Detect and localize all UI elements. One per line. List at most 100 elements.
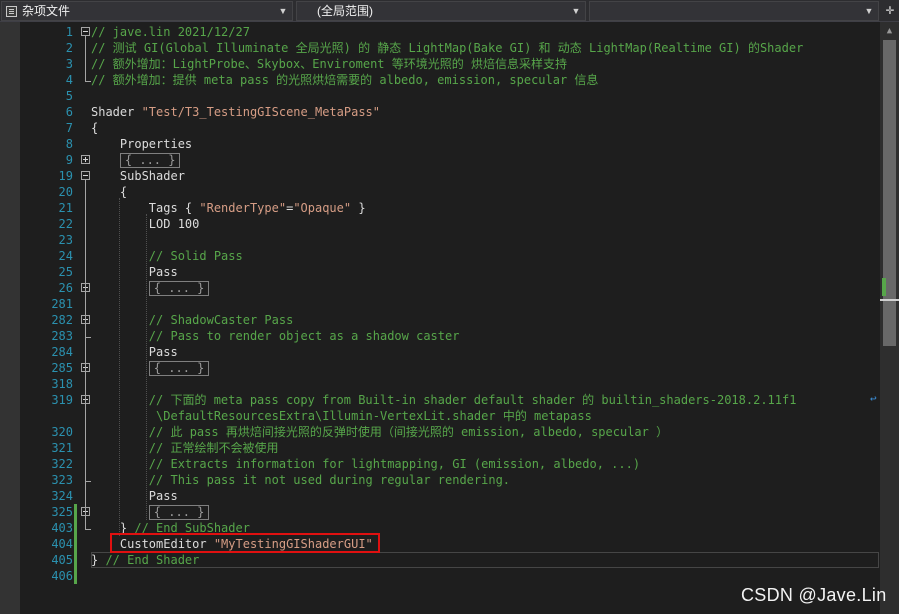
file-icon xyxy=(6,6,17,17)
code-comment: // 测试 GI(Global Illuminate 全局光照) 的 静态 Li… xyxy=(91,41,804,55)
code-comment: // Pass to render object as a shadow cas… xyxy=(148,329,460,343)
line-number: 319 xyxy=(51,393,73,407)
line-number: 282 xyxy=(51,313,73,327)
code-line[interactable]: Pass xyxy=(91,488,178,504)
code-line[interactable]: // This pass it not used during regular … xyxy=(91,472,510,488)
code-text: Shader xyxy=(91,105,142,119)
line-number: 325 xyxy=(51,505,73,519)
line-number: 4 xyxy=(65,73,73,87)
line-number: 404 xyxy=(51,537,73,551)
code-line[interactable]: // 额外增加：提供 meta pass 的光照烘焙需要的 albedo, em… xyxy=(91,72,598,88)
line-number: 26 xyxy=(58,281,73,295)
code-line[interactable]: // 测试 GI(Global Illuminate 全局光照) 的 静态 Li… xyxy=(91,40,803,56)
line-number: 323 xyxy=(51,473,73,487)
collapsed-region[interactable]: { ... } xyxy=(148,281,210,296)
code-line[interactable]: { ... } xyxy=(91,360,210,376)
line-number: 285 xyxy=(51,361,73,375)
line-number: 3 xyxy=(65,57,73,71)
code-line[interactable]: // jave.lin 2021/12/27 xyxy=(91,24,250,40)
code-comment: // End Shader xyxy=(105,553,200,567)
code-line[interactable]: Properties xyxy=(91,136,192,152)
code-line[interactable]: { ... } xyxy=(91,504,210,520)
code-line[interactable]: { ... } xyxy=(91,280,210,296)
caret-position-marker xyxy=(880,299,899,301)
collapsed-region[interactable]: { ... } xyxy=(119,153,181,168)
code-line[interactable]: Pass xyxy=(91,344,178,360)
selection-margin[interactable] xyxy=(0,22,20,614)
vertical-scrollbar[interactable]: ▲ xyxy=(880,22,899,614)
code-text: { xyxy=(91,185,128,199)
line-number: 406 xyxy=(51,569,73,583)
wrap-indicator-icon: ↩ xyxy=(870,392,877,405)
line-number: 6 xyxy=(65,105,73,119)
project-dropdown-label: 杂项文件 xyxy=(22,4,71,18)
line-number: 2 xyxy=(65,41,73,55)
code-line[interactable]: // ShadowCaster Pass xyxy=(91,312,294,328)
code-editor[interactable]: // jave.lin 2021/12/27 // 测试 GI(Global Il… xyxy=(91,22,880,614)
collapsed-region[interactable]: { ... } xyxy=(148,505,210,520)
code-comment: // This pass it not used during regular … xyxy=(148,473,511,487)
code-string: "RenderType" xyxy=(199,201,287,215)
code-line[interactable]: { ... } xyxy=(91,152,181,168)
change-marker xyxy=(882,278,886,296)
code-text: } xyxy=(91,553,106,567)
line-number: 1 xyxy=(65,25,73,39)
collapse-icon[interactable] xyxy=(81,27,90,36)
line-number: 25 xyxy=(58,265,73,279)
code-line[interactable]: Pass xyxy=(91,264,178,280)
collapsed-region[interactable]: { ... } xyxy=(148,361,210,376)
code-line[interactable]: } // End Shader xyxy=(91,552,199,568)
line-number: 8 xyxy=(65,137,73,151)
line-number: 21 xyxy=(58,201,73,215)
code-string: "Test/T3_TestingGIScene_MetaPass" xyxy=(141,105,380,119)
scope-dropdown-label: (全局范围) xyxy=(317,4,373,18)
code-string: "Opaque" xyxy=(293,201,352,215)
line-number: 20 xyxy=(58,185,73,199)
code-line[interactable]: Tags { "RenderType"="Opaque" } xyxy=(91,200,366,216)
outline-guide xyxy=(85,404,86,481)
code-comment: // 下面的 meta pass copy from Built-in shad… xyxy=(148,393,797,407)
code-text: Properties xyxy=(91,137,193,151)
line-number: 324 xyxy=(51,489,73,503)
expand-icon[interactable] xyxy=(81,155,90,164)
line-number xyxy=(20,408,73,424)
code-line[interactable]: SubShader xyxy=(91,168,185,184)
code-line[interactable]: // 下面的 meta pass copy from Built-in shad… xyxy=(91,392,797,408)
code-line[interactable]: { xyxy=(91,184,127,200)
collapse-icon[interactable] xyxy=(81,171,90,180)
code-text: SubShader xyxy=(91,169,185,183)
code-text: Pass xyxy=(91,345,178,359)
scope-dropdown[interactable]: (全局范围) ▼ xyxy=(296,1,586,21)
code-line[interactable]: // Extracts information for lightmapping… xyxy=(91,456,640,472)
code-line[interactable]: // Solid Pass xyxy=(91,248,243,264)
code-line[interactable]: Shader "Test/T3_TestingGIScene_MetaPass" xyxy=(91,104,380,120)
line-number: 281 xyxy=(51,297,73,311)
split-window-icon[interactable]: ✛ xyxy=(881,1,899,21)
code-line[interactable]: \DefaultResourcesExtra\Illumin-VertexLit… xyxy=(91,408,592,424)
member-dropdown[interactable]: ▼ xyxy=(589,1,879,21)
code-comment: // 此 pass 再烘焙间接光照的反弹时使用（间接光照的 emission, … xyxy=(148,425,669,439)
indent-guide xyxy=(119,198,120,536)
line-number: 284 xyxy=(51,345,73,359)
line-number: 23 xyxy=(58,233,73,247)
line-number: 22 xyxy=(58,217,73,231)
code-line[interactable]: // 此 pass 再烘焙间接光照的反弹时使用（间接光照的 emission, … xyxy=(91,424,668,440)
code-line[interactable]: { xyxy=(91,120,98,136)
code-comment: // 正常绘制不会被使用 xyxy=(148,441,279,455)
code-text: Pass xyxy=(91,489,178,503)
outline-guide xyxy=(85,324,86,337)
code-text: Tags { xyxy=(91,201,200,215)
line-number: 321 xyxy=(51,441,73,455)
scroll-up-icon[interactable]: ▲ xyxy=(880,24,899,38)
annotation-highlight-box xyxy=(110,533,380,553)
indent-guide xyxy=(146,214,147,520)
code-text: { xyxy=(91,121,99,135)
code-comment: // jave.lin 2021/12/27 xyxy=(91,25,250,39)
project-dropdown[interactable]: 杂项文件 ▼ xyxy=(1,1,293,21)
change-indicator xyxy=(74,504,77,584)
line-number: 9 xyxy=(65,153,73,167)
code-comment: // 额外增加：提供 meta pass 的光照烘焙需要的 albedo, em… xyxy=(91,73,599,87)
code-line[interactable]: // 额外增加：LightProbe、Skybox、Enviroment 等环境… xyxy=(91,56,567,72)
chevron-down-icon: ▼ xyxy=(864,6,874,16)
